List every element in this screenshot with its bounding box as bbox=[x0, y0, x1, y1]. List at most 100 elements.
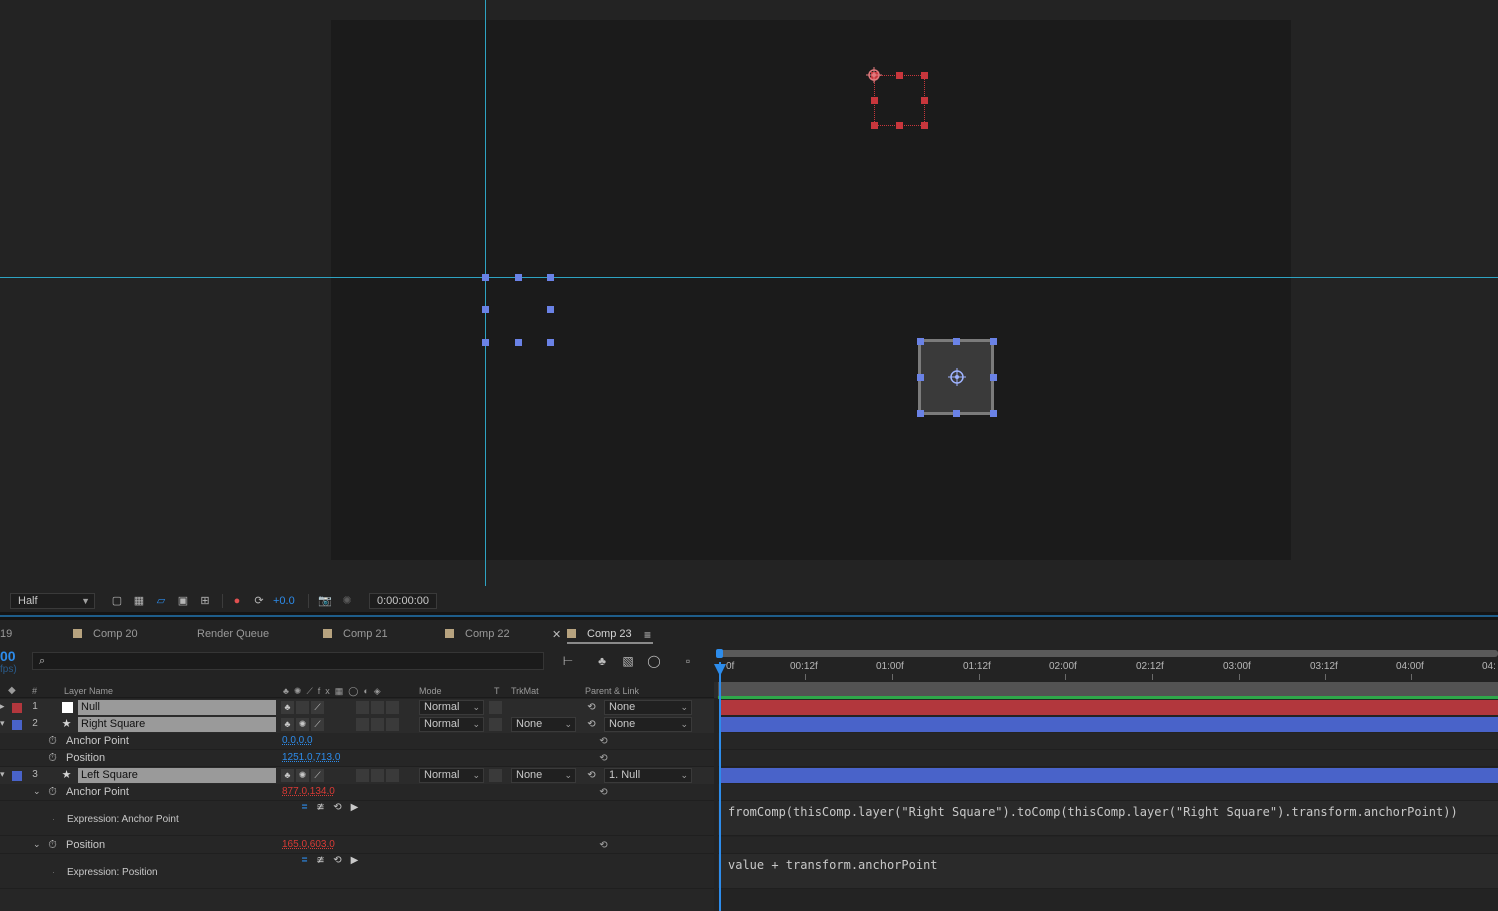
time-navigator-bar[interactable] bbox=[716, 649, 1498, 658]
enable-expression-icon[interactable]: = bbox=[298, 854, 311, 867]
right-square-handle[interactable] bbox=[990, 410, 997, 417]
shy-switch-icon[interactable]: ♣ bbox=[281, 718, 294, 731]
null-handle[interactable] bbox=[896, 122, 903, 129]
parent-pick-whip-icon[interactable]: ⟲ bbox=[585, 701, 598, 714]
collapse-switch-icon[interactable]: ✺ bbox=[296, 769, 309, 782]
fx-switch[interactable] bbox=[356, 701, 369, 714]
parent-select[interactable]: None ⌄ bbox=[604, 700, 692, 715]
current-time-indicator[interactable] bbox=[719, 662, 721, 911]
expression-pick-whip-icon[interactable]: ⟲ bbox=[331, 854, 344, 867]
parent-pick-whip-icon[interactable]: ⟲ bbox=[585, 718, 598, 731]
fx-switch[interactable] bbox=[356, 718, 369, 731]
quality-switch-icon[interactable]: ⟋ bbox=[311, 718, 324, 731]
layer-name[interactable]: Null bbox=[78, 700, 276, 715]
property-value[interactable]: 877.0,134.0 bbox=[282, 786, 335, 797]
null-anchor-icon[interactable] bbox=[866, 67, 882, 83]
expression-editor-anchor-point[interactable]: fromComp(thisComp.layer("Right Square").… bbox=[718, 801, 1498, 836]
composition-viewer[interactable] bbox=[0, 0, 1498, 590]
blend-mode-select[interactable]: Normal ⌄ bbox=[419, 768, 484, 783]
preserve-transparency-checkbox[interactable] bbox=[489, 718, 502, 731]
column-trkmat[interactable]: TrkMat bbox=[511, 684, 539, 698]
frame-blending-icon[interactable]: ▧ bbox=[620, 654, 636, 668]
tab-comp-19[interactable]: 19 bbox=[0, 624, 12, 644]
expression-pick-whip-icon[interactable]: ⟲ bbox=[331, 801, 344, 814]
mask-visibility-icon[interactable]: ▱ bbox=[154, 594, 168, 608]
work-area-bar[interactable] bbox=[718, 682, 1498, 696]
layer-duration-bar-null[interactable] bbox=[720, 700, 1498, 715]
current-time-display[interactable]: 00 bbox=[0, 648, 16, 664]
property-pick-whip-icon[interactable]: ⟲ bbox=[597, 735, 610, 748]
close-tab-icon[interactable]: ✕ bbox=[552, 628, 561, 641]
layer-duration-bar-right-square[interactable] bbox=[720, 717, 1498, 732]
right-square-handle[interactable] bbox=[917, 374, 924, 381]
null-handle[interactable] bbox=[896, 72, 903, 79]
expression-code[interactable]: fromComp(thisComp.layer("Right Square").… bbox=[728, 805, 1458, 819]
expression-code[interactable]: value + transform.anchorPoint bbox=[728, 858, 938, 872]
right-square-handle[interactable] bbox=[953, 410, 960, 417]
column-t[interactable]: T bbox=[494, 684, 500, 698]
layer-duration-bar-left-square[interactable] bbox=[720, 768, 1498, 783]
switches-icons[interactable]: ♣✺⟋fx▦◯◐◈ bbox=[283, 684, 386, 698]
layer-search-input[interactable]: ⌕ bbox=[32, 652, 544, 670]
time-ruler[interactable]: 0f 00:12f 01:00f 01:12f 02:00f 02:12f 03… bbox=[714, 648, 1498, 680]
reset-exposure-icon[interactable]: ⟳ bbox=[252, 594, 266, 608]
left-square-handle[interactable] bbox=[482, 339, 489, 346]
layer-name[interactable]: Right Square bbox=[78, 717, 276, 732]
label-column-icon[interactable]: ◆ bbox=[8, 684, 16, 698]
label-color-swatch[interactable] bbox=[12, 720, 22, 730]
tab-comp-20[interactable]: Comp 20 bbox=[73, 624, 138, 644]
channel-icon[interactable]: ● bbox=[230, 594, 244, 608]
expression-row-position[interactable]: = ≇ ⟲ ▶ · Expression: Position bbox=[0, 854, 714, 889]
collapse-switch[interactable] bbox=[296, 701, 309, 714]
motion-blur-switch[interactable] bbox=[371, 769, 384, 782]
left-square-handle[interactable] bbox=[547, 306, 554, 313]
vertical-guide[interactable] bbox=[485, 0, 486, 586]
property-row-anchor-point[interactable]: ⌄ ⏱ Anchor Point 877.0,134.0 ⟲ bbox=[0, 784, 714, 801]
adjustment-switch[interactable] bbox=[386, 701, 399, 714]
twirl-down-icon[interactable]: ⌄ bbox=[33, 786, 41, 797]
property-row-anchor-point[interactable]: ⏱ Anchor Point 0.0,0.0 ⟲ bbox=[0, 733, 714, 750]
property-value[interactable]: 1251.0,713.0 bbox=[282, 752, 340, 763]
tab-comp-23[interactable]: Comp 23 bbox=[567, 624, 653, 644]
stopwatch-icon[interactable]: ⏱ bbox=[46, 752, 59, 765]
enable-expression-icon[interactable]: = bbox=[298, 801, 311, 814]
preserve-transparency-checkbox[interactable] bbox=[489, 769, 502, 782]
stopwatch-icon[interactable]: ⏱ bbox=[46, 839, 59, 852]
column-mode[interactable]: Mode bbox=[419, 684, 442, 698]
property-pick-whip-icon[interactable]: ⟲ bbox=[597, 786, 610, 799]
stopwatch-icon[interactable]: ⏱ bbox=[46, 735, 59, 748]
null-handle[interactable] bbox=[921, 97, 928, 104]
track-matte-select[interactable]: None ⌄ bbox=[511, 768, 576, 783]
show-snapshot-icon[interactable]: ✺ bbox=[340, 594, 354, 608]
right-square-anchor-icon[interactable] bbox=[947, 367, 967, 387]
property-pick-whip-icon[interactable]: ⟲ bbox=[597, 839, 610, 852]
property-pick-whip-icon[interactable]: ⟲ bbox=[597, 752, 610, 765]
panel-menu-icon[interactable]: ≡ bbox=[644, 628, 651, 642]
expression-row-anchor-point[interactable]: = ≇ ⟲ ▶ · Expression: Anchor Point bbox=[0, 801, 714, 836]
null-handle[interactable] bbox=[871, 122, 878, 129]
track-matte-select[interactable]: None ⌄ bbox=[511, 717, 576, 732]
tab-comp-21[interactable]: Comp 21 bbox=[323, 624, 388, 644]
blend-mode-select[interactable]: Normal ⌄ bbox=[419, 717, 484, 732]
right-square-handle[interactable] bbox=[990, 338, 997, 345]
expression-language-menu-icon[interactable]: ▶ bbox=[348, 801, 361, 814]
graph-editor-icon[interactable]: ▫ bbox=[680, 654, 696, 668]
fast-preview-icon[interactable]: ▢ bbox=[110, 594, 124, 608]
null-handle[interactable] bbox=[921, 122, 928, 129]
column-layer-name[interactable]: Layer Name bbox=[64, 684, 113, 698]
column-parent[interactable]: Parent & Link bbox=[585, 684, 639, 698]
shy-switch-icon[interactable]: ♣ bbox=[281, 769, 294, 782]
left-square-handle[interactable] bbox=[515, 339, 522, 346]
tab-render-queue[interactable]: Render Queue bbox=[197, 624, 269, 644]
motion-blur-switch[interactable] bbox=[371, 718, 384, 731]
adjustment-switch[interactable] bbox=[386, 718, 399, 731]
resolution-select[interactable]: Half ▼ bbox=[10, 593, 95, 609]
twirl-down-icon[interactable]: ⌄ bbox=[33, 839, 41, 850]
layer-name[interactable]: Left Square bbox=[78, 768, 276, 783]
null-handle[interactable] bbox=[921, 72, 928, 79]
left-square-handle[interactable] bbox=[547, 274, 554, 281]
preserve-transparency-checkbox[interactable] bbox=[489, 701, 502, 714]
label-color-swatch[interactable] bbox=[12, 771, 22, 781]
right-square-handle[interactable] bbox=[917, 338, 924, 345]
snapshot-camera-icon[interactable]: 📷 bbox=[318, 594, 332, 608]
